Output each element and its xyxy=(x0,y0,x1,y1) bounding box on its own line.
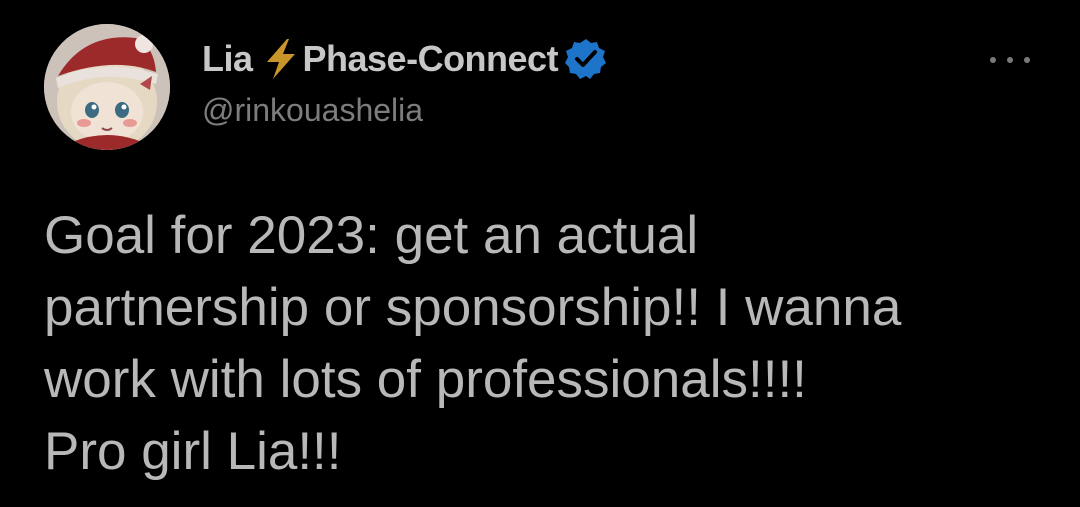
lightning-bolt-icon xyxy=(261,37,301,81)
tweet-text-line: partnership or sponsorship!! I wanna xyxy=(44,278,902,337)
more-dot xyxy=(990,57,996,63)
tweet-text-line: Goal for 2023: get an actual xyxy=(44,206,699,265)
display-name-first: Lia xyxy=(202,38,253,79)
tweet-text-line: work with lots of professionals!!!! xyxy=(44,350,807,409)
tweet-text: Goal for 2023: get an actual partnership… xyxy=(44,200,1054,488)
more-dot xyxy=(1024,57,1030,63)
more-dot xyxy=(1007,57,1013,63)
more-options-icon[interactable] xyxy=(990,50,1030,70)
avatar[interactable] xyxy=(44,24,170,150)
tweet-text-line: Pro girl Lia!!! xyxy=(44,422,342,481)
display-name[interactable]: Lia Phase-Connect xyxy=(202,36,608,82)
tweet-card: Lia Phase-Connect @rinkouashelia Goal fo… xyxy=(0,0,1080,507)
tweet-header: Lia Phase-Connect @rinkouashelia xyxy=(202,36,608,129)
user-handle[interactable]: @rinkouashelia xyxy=(202,92,608,129)
verified-badge-icon xyxy=(564,37,608,81)
display-name-rest: Phase-Connect xyxy=(302,38,559,79)
